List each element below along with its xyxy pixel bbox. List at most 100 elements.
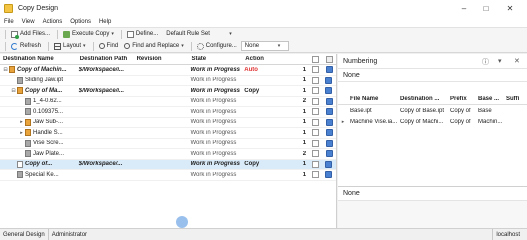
- table-row[interactable]: ⊟ Copy of Ma... $/Workspace/i... Work in Pr…: [0, 86, 336, 97]
- copy-flag-checkbox[interactable]: [325, 87, 333, 95]
- cell-include[interactable]: [308, 139, 322, 147]
- numbering-bottom-none[interactable]: None: [338, 187, 527, 201]
- add-files-button[interactable]: Add Files...: [9, 29, 52, 40]
- header-destination-name[interactable]: Destination Name: [0, 56, 77, 62]
- refresh-button[interactable]: Refresh: [9, 41, 43, 52]
- cell-action[interactable]: Auto: [242, 67, 296, 73]
- numbering-prefix[interactable]: Copy of: [448, 108, 476, 114]
- close-icon[interactable]: ✕: [501, 0, 519, 16]
- cell-copy-flag[interactable]: [322, 139, 336, 147]
- table-row[interactable]: ⊟ Copy of Machin... $/Workspace/i... Work i…: [0, 65, 336, 76]
- cell-copy-flag[interactable]: [322, 87, 336, 95]
- pin-icon[interactable]: ▾: [498, 57, 502, 65]
- rule-set-chevron-down-icon[interactable]: ▾: [229, 31, 232, 37]
- table-row[interactable]: Vise Scre... Work in Progress 1: [0, 139, 336, 149]
- cell-include[interactable]: [308, 108, 322, 116]
- numbering-scheme-none[interactable]: None: [338, 69, 527, 82]
- copy-flag-checkbox[interactable]: [325, 139, 333, 147]
- copy-flag-checkbox[interactable]: [325, 66, 333, 74]
- find-button[interactable]: Find: [97, 41, 121, 52]
- table-row[interactable]: 1_4-0.62... Work in Progress 2: [0, 97, 336, 107]
- header-revision[interactable]: Revision: [134, 56, 189, 62]
- include-checkbox[interactable]: [311, 108, 319, 116]
- copy-flag-checkbox[interactable]: [325, 118, 333, 126]
- numbering-header-prefix[interactable]: Prefix: [448, 96, 476, 102]
- header-state[interactable]: State: [188, 56, 242, 62]
- cell-copy-flag[interactable]: [322, 160, 336, 168]
- table-row[interactable]: 0.109375... Work in Progress 1: [0, 107, 336, 118]
- copy-flag-checkbox[interactable]: [325, 108, 333, 116]
- include-checkbox[interactable]: [311, 97, 319, 105]
- copy-flag-checkbox[interactable]: [325, 129, 333, 137]
- cell-copy-flag[interactable]: [322, 118, 336, 126]
- chevron-down-icon[interactable]: ▾: [83, 43, 86, 49]
- menu-view[interactable]: View: [22, 19, 35, 25]
- find-replace-button[interactable]: Find and Replace ▾: [122, 41, 186, 52]
- menu-file[interactable]: File: [4, 19, 14, 25]
- cell-include[interactable]: [308, 76, 322, 84]
- numbering-row[interactable]: ▸ Machine Vise.ia... Copy of Machi... Copy …: [338, 116, 527, 127]
- cell-copy-flag[interactable]: [322, 66, 336, 74]
- cell-include[interactable]: [308, 66, 322, 74]
- layout-button[interactable]: Layout ▾: [52, 41, 88, 52]
- tree-expander-icon[interactable]: ⊟: [10, 88, 17, 94]
- menu-actions[interactable]: Actions: [43, 19, 63, 25]
- rule-set-select[interactable]: Default Rule Set: [162, 29, 224, 39]
- header-destination-path[interactable]: Destination Path: [77, 56, 134, 62]
- numbering-base[interactable]: Base: [476, 108, 504, 114]
- cell-copy-flag[interactable]: [322, 150, 336, 158]
- help-icon[interactable]: ⓘ: [482, 57, 489, 67]
- maximize-icon[interactable]: □: [477, 0, 495, 16]
- numbering-expander-icon[interactable]: ▸: [338, 119, 348, 125]
- menu-help[interactable]: Help: [99, 19, 111, 25]
- header-include-checkbox[interactable]: [308, 55, 322, 63]
- copy-flag-checkbox[interactable]: [325, 171, 333, 179]
- cell-copy-flag[interactable]: [322, 129, 336, 137]
- chevron-down-icon[interactable]: ▾: [111, 31, 114, 37]
- header-options[interactable]: [322, 55, 336, 63]
- cell-action[interactable]: Copy: [242, 161, 296, 167]
- tree-expander-icon[interactable]: ▸: [18, 130, 25, 136]
- copy-flag-checkbox[interactable]: [325, 150, 333, 158]
- table-row[interactable]: ▸ Jaw Sub-... Work in Progress 1: [0, 118, 336, 128]
- include-checkbox[interactable]: [311, 129, 319, 137]
- options-all-checkbox[interactable]: [325, 55, 333, 63]
- cell-copy-flag[interactable]: [322, 171, 336, 179]
- define-button[interactable]: Define...: [125, 29, 160, 40]
- cell-copy-flag[interactable]: [322, 76, 336, 84]
- include-checkbox[interactable]: [311, 150, 319, 158]
- include-checkbox[interactable]: [311, 87, 319, 95]
- numbering-header-destination[interactable]: Destination ...: [398, 96, 448, 102]
- table-row[interactable]: Jaw Plate... Work in Progress 2: [0, 149, 336, 160]
- cell-include[interactable]: [308, 150, 322, 158]
- include-checkbox[interactable]: [311, 118, 319, 126]
- numbering-prefix[interactable]: Copy of: [448, 119, 476, 125]
- cell-include[interactable]: [308, 171, 322, 179]
- include-checkbox[interactable]: [311, 160, 319, 168]
- cell-include[interactable]: [308, 160, 322, 168]
- cell-include[interactable]: [308, 129, 322, 137]
- status-general-design[interactable]: General Design: [0, 229, 48, 240]
- include-checkbox[interactable]: [311, 139, 319, 147]
- cell-include[interactable]: [308, 118, 322, 126]
- include-all-checkbox[interactable]: [311, 55, 319, 63]
- numbering-header-base[interactable]: Base ...: [476, 96, 504, 102]
- copy-flag-checkbox[interactable]: [325, 76, 333, 84]
- cell-copy-flag[interactable]: [322, 108, 336, 116]
- include-checkbox[interactable]: [311, 76, 319, 84]
- table-row[interactable]: Special Ke... Work in Progress 1: [0, 170, 336, 181]
- cell-include[interactable]: [308, 87, 322, 95]
- close-panel-icon[interactable]: ✕: [514, 57, 520, 65]
- configuration-chevron-down-icon[interactable]: ▾: [278, 43, 281, 49]
- include-checkbox[interactable]: [311, 171, 319, 179]
- chevron-down-icon[interactable]: ▾: [181, 43, 184, 49]
- execute-copy-button[interactable]: Execute Copy ▾: [61, 29, 116, 40]
- status-administrator[interactable]: Administrator: [47, 228, 90, 240]
- numbering-base[interactable]: Machin...: [476, 119, 504, 125]
- cell-copy-flag[interactable]: [322, 97, 336, 105]
- numbering-header-suffix[interactable]: Suffi: [504, 96, 527, 102]
- cell-include[interactable]: [308, 97, 322, 105]
- tree-expander-icon[interactable]: ▸: [18, 119, 25, 125]
- header-action[interactable]: Action: [242, 56, 296, 62]
- numbering-row[interactable]: Base.ipt Copy of Base.ipt Copy of Base: [338, 105, 527, 116]
